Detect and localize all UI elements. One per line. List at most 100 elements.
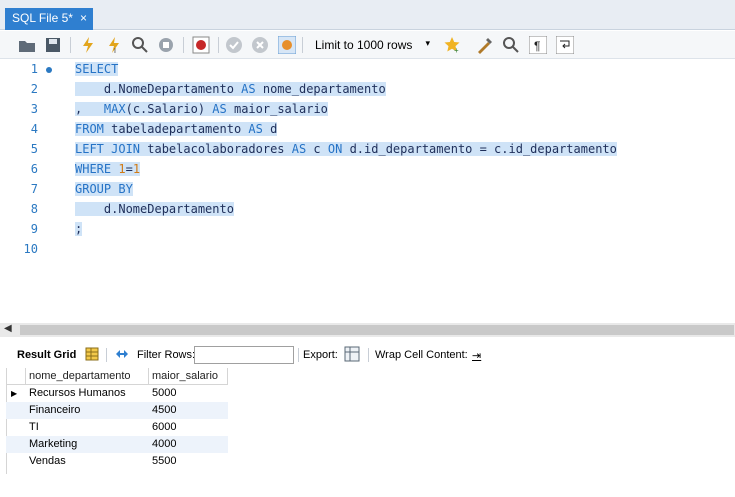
find-icon[interactable] xyxy=(502,36,520,54)
sql-keyword: MAX xyxy=(103,102,126,116)
scroll-left-icon[interactable]: ◀ xyxy=(4,323,12,334)
save-icon[interactable] xyxy=(44,36,62,54)
sql-text: tabeladepartamento xyxy=(103,122,249,136)
commit-icon[interactable] xyxy=(225,36,243,54)
export-icon[interactable] xyxy=(344,346,360,362)
word-wrap-icon[interactable] xyxy=(556,36,574,54)
code-line[interactable]: GROUP BY xyxy=(75,180,133,199)
beautify-icon[interactable] xyxy=(476,36,494,54)
sql-text: maior_salario xyxy=(226,102,328,116)
horizontal-scrollbar[interactable]: ◀ xyxy=(0,323,735,337)
table-cell[interactable]: Marketing xyxy=(26,436,149,453)
close-icon[interactable]: × xyxy=(80,11,87,25)
toolbar-separator xyxy=(183,37,184,53)
sql-keyword: SELECT xyxy=(75,62,119,76)
toolbar-separator xyxy=(368,348,369,362)
sql-keyword: AS xyxy=(212,102,227,116)
filter-rows-input[interactable] xyxy=(194,346,294,364)
execute-current-icon[interactable]: I xyxy=(105,36,123,54)
column-header-nome_departamento[interactable]: nome_departamento xyxy=(26,368,149,385)
table-cell[interactable]: 6000 xyxy=(149,419,228,436)
current-row-icon: ▶ xyxy=(11,389,18,398)
autocommit-icon[interactable] xyxy=(278,36,296,54)
sql-keyword: AS xyxy=(241,82,256,96)
table-cell[interactable]: Financeiro xyxy=(26,402,149,419)
limit-rows-select[interactable]: Limit to 1000 rows ▾ xyxy=(306,35,436,55)
error-toggle-icon[interactable] xyxy=(192,36,210,54)
tab-bar: SQL File 5* × xyxy=(0,0,735,30)
table-row[interactable]: Vendas 5500 xyxy=(6,453,228,470)
stop-icon[interactable] xyxy=(157,36,175,54)
invisible-chars-icon[interactable]: ¶ xyxy=(529,36,547,54)
line-gutter: 1 2 3 4 5 6 7 8 9 10 xyxy=(0,60,68,323)
svg-text:¶: ¶ xyxy=(534,39,540,53)
sql-text: d.NomeDepartamento xyxy=(75,82,242,96)
add-snippet-icon[interactable]: + xyxy=(443,36,461,54)
limit-rows-label: Limit to 1000 rows xyxy=(315,38,413,52)
execute-icon[interactable] xyxy=(79,36,97,54)
scrollbar-thumb[interactable] xyxy=(20,325,734,335)
line-number: 10 xyxy=(23,242,38,256)
grid-corner xyxy=(6,368,26,385)
table-cell[interactable]: 4000 xyxy=(149,436,228,453)
code-line[interactable]: LEFT JOIN tabelacolaboradores AS c ON d.… xyxy=(75,140,617,159)
code-line[interactable]: ; xyxy=(75,220,83,239)
sql-text: d.NomeDepartamento xyxy=(75,202,234,216)
table-cell[interactable]: 5500 xyxy=(149,453,228,470)
grid-layout-icon[interactable] xyxy=(85,347,99,361)
open-folder-icon[interactable] xyxy=(18,36,36,54)
sql-text: d xyxy=(262,122,278,136)
wrap-cell-icon[interactable]: ⇥ xyxy=(472,349,481,362)
toolbar-separator xyxy=(70,37,71,53)
sql-keyword: AS xyxy=(291,142,307,156)
code-line[interactable]: WHERE 1=1 xyxy=(75,160,141,179)
tab-title: SQL File 5* xyxy=(12,11,73,25)
line-number: 7 xyxy=(30,182,38,196)
export-label: Export: xyxy=(303,349,338,361)
explain-icon[interactable] xyxy=(131,36,149,54)
refresh-icon[interactable] xyxy=(114,347,130,361)
table-cell[interactable]: 4500 xyxy=(149,402,228,419)
column-header-maior_salario[interactable]: maior_salario xyxy=(149,368,228,385)
sql-keyword: WHERE xyxy=(75,162,112,176)
tab-sql-file[interactable]: SQL File 5* × xyxy=(5,8,93,30)
table-row[interactable]: Marketing 4000 xyxy=(6,436,228,453)
rollback-icon[interactable] xyxy=(251,36,269,54)
statement-marker-icon xyxy=(46,67,52,73)
code-line[interactable]: d.NomeDepartamento xyxy=(75,200,234,219)
table-row[interactable]: Financeiro 4500 xyxy=(6,402,228,419)
wrap-cell-label: Wrap Cell Content: xyxy=(375,349,468,361)
table-cell[interactable]: Vendas xyxy=(26,453,149,470)
line-number: 1 xyxy=(30,62,38,76)
code-line[interactable]: d.NomeDepartamento AS nome_departamento xyxy=(75,80,386,99)
sql-text: = xyxy=(125,162,133,176)
sql-editor[interactable]: 1 2 3 4 5 6 7 8 9 10 SELECT d.NomeDepartamento AS… xyxy=(0,60,735,323)
sql-text: (c.Salario) xyxy=(125,102,213,116)
grid-header-row: nome_departamento maior_salario xyxy=(6,368,228,385)
chevron-down-icon: ▾ xyxy=(425,38,430,48)
line-number: 3 xyxy=(30,102,38,116)
toolbar-separator xyxy=(106,348,107,362)
table-cell[interactable]: TI xyxy=(26,419,149,436)
table-row[interactable]: ▶ Recursos Humanos 5000 xyxy=(6,385,228,402)
code-line[interactable]: SELECT xyxy=(75,60,119,79)
sql-text: c xyxy=(306,142,328,156)
toolbar-separator xyxy=(298,348,299,362)
result-grid-label[interactable]: Result Grid xyxy=(17,349,76,361)
toolbar-separator xyxy=(218,37,219,53)
code-line[interactable]: , MAX(c.Salario) AS maior_salario xyxy=(75,100,328,119)
table-cell[interactable]: Recursos Humanos xyxy=(26,385,149,402)
table-cell[interactable]: 5000 xyxy=(149,385,228,402)
line-number: 8 xyxy=(30,202,38,216)
sql-text: ; xyxy=(75,222,83,236)
sql-keyword: GROUP BY xyxy=(75,182,133,196)
sql-number: 1 xyxy=(132,162,141,176)
editor-toolbar: I Limit to 1000 rows ▾ + ¶ xyxy=(0,31,735,59)
sql-text: nome_departamento xyxy=(255,82,386,96)
table-row[interactable]: TI 6000 xyxy=(6,419,228,436)
sql-keyword: AS xyxy=(248,122,263,136)
line-number: 4 xyxy=(30,122,38,136)
code-line[interactable]: FROM tabeladepartamento AS d xyxy=(75,120,278,139)
sql-text: tabelacolaboradores xyxy=(140,142,292,156)
line-number: 9 xyxy=(30,222,38,236)
